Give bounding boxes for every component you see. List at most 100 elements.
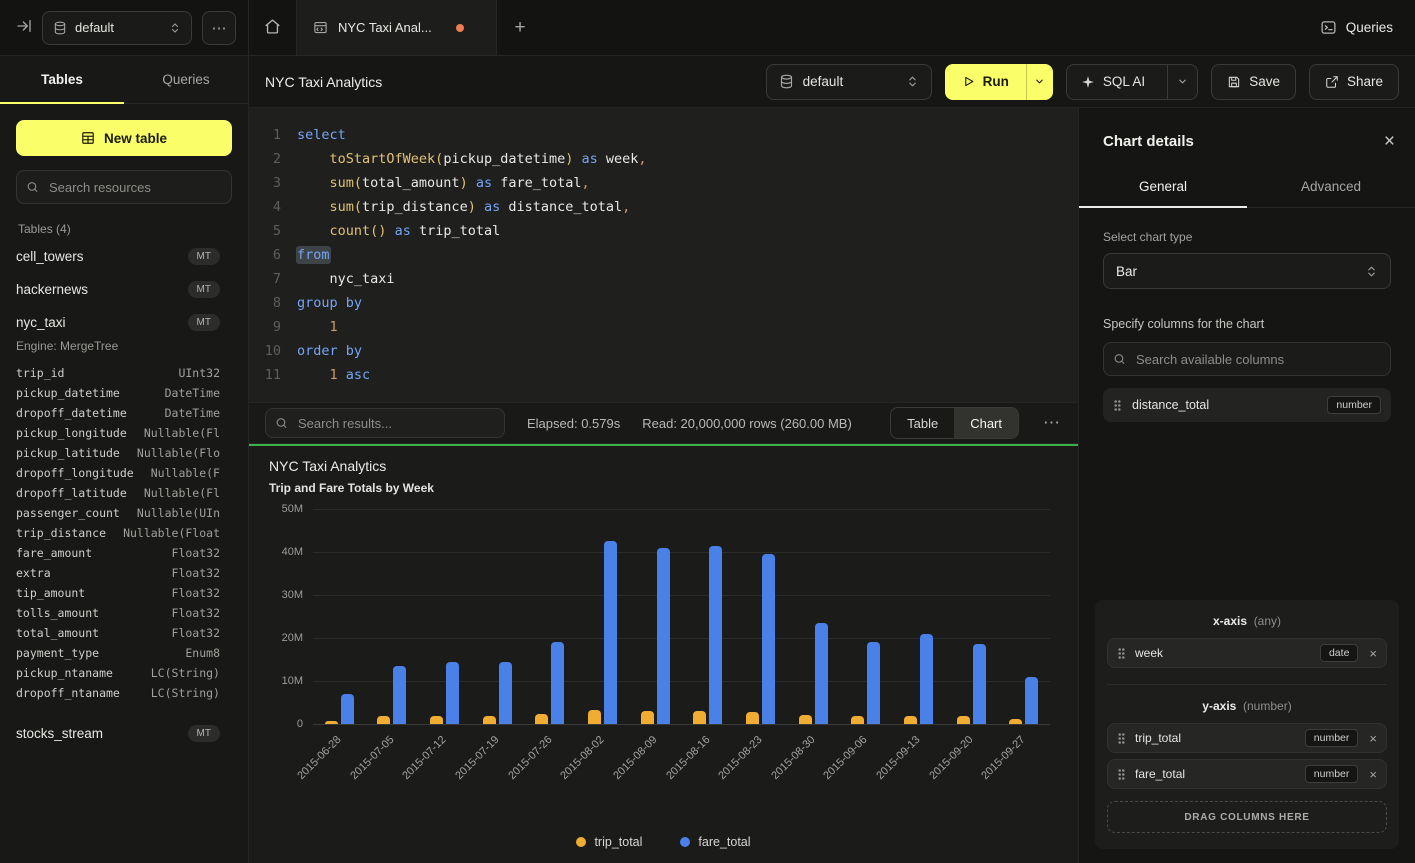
run-button[interactable]: Run (945, 64, 1026, 100)
y-axis-field-row[interactable]: trip_total number × (1107, 723, 1387, 753)
column-type: Float32 (172, 563, 220, 583)
code-line[interactable]: 3 sum(total_amount) as fare_total, (249, 171, 1078, 195)
results-more-button[interactable]: ⋯ (1041, 413, 1062, 433)
column-type: DateTime (165, 403, 220, 423)
chevron-down-icon (1177, 76, 1188, 87)
columns-label: Specify columns for the chart (1103, 317, 1391, 331)
code-line[interactable]: 1select (249, 123, 1078, 147)
drag-handle-icon[interactable] (1117, 647, 1126, 660)
legend-item[interactable]: trip_total (576, 835, 642, 849)
table-row[interactable]: stocks_streamMT (16, 717, 232, 750)
tab-general[interactable]: General (1079, 169, 1247, 207)
drag-handle-icon[interactable] (1117, 732, 1126, 745)
sql-ai-button[interactable]: SQL AI (1067, 65, 1159, 99)
search-icon (26, 181, 39, 194)
view-tab-chart[interactable]: Chart (954, 408, 1018, 438)
table-row[interactable]: cell_towersMT (16, 240, 232, 273)
workspace-more-button[interactable]: ⋯ (202, 11, 236, 45)
columns-search-input[interactable] (1103, 342, 1391, 376)
sidebar-tab-queries[interactable]: Queries (124, 56, 248, 103)
sidebar-search-input[interactable] (16, 170, 232, 204)
share-icon (1325, 75, 1339, 89)
column-name: dropoff_latitude (16, 483, 127, 503)
code-line[interactable]: 7 nyc_taxi (249, 267, 1078, 291)
remove-field-icon[interactable]: × (1367, 732, 1377, 745)
code-line[interactable]: 2 toStartOfWeek(pickup_datetime) as week… (249, 147, 1078, 171)
code-line[interactable]: 4 sum(trip_distance) as distance_total, (249, 195, 1078, 219)
code-line[interactable]: 10order by (249, 339, 1078, 363)
column-name: tip_amount (16, 583, 85, 603)
code-line[interactable]: 5 count() as trip_total (249, 219, 1078, 243)
legend-item[interactable]: fare_total (680, 835, 750, 849)
code-token: sum( (330, 199, 363, 215)
bar-fare_total (815, 623, 828, 724)
new-table-button[interactable]: New table (16, 120, 232, 156)
close-icon[interactable]: × (1384, 132, 1395, 151)
results-search-input[interactable] (265, 408, 505, 438)
chevron-up-down-icon (1365, 265, 1378, 278)
home-tab[interactable] (249, 0, 297, 55)
query-tab-title: NYC Taxi Anal... (338, 20, 432, 35)
query-database-selector[interactable]: default (766, 64, 932, 100)
code-line[interactable]: 9 1 (249, 315, 1078, 339)
panel-tabs: General Advanced (1079, 169, 1415, 208)
main: NYC Taxi Analytics default (249, 56, 1415, 863)
bar-trip_total (535, 714, 548, 724)
line-number: 4 (249, 195, 297, 219)
column-name: passenger_count (16, 503, 120, 523)
run-options-dropdown[interactable] (1026, 64, 1053, 100)
table-name: nyc_taxi (16, 315, 66, 330)
run-button-group: Run (945, 64, 1053, 100)
table-row[interactable]: nyc_taxiMT (16, 306, 232, 339)
view-tab-table[interactable]: Table (891, 408, 954, 438)
column-type: Enum8 (185, 643, 220, 663)
engine-badge: MT (188, 281, 220, 298)
y-axis-label: y-axis (1202, 699, 1236, 713)
y-axis-field-row[interactable]: fare_total number × (1107, 759, 1387, 789)
drop-zone[interactable]: DRAG COLUMNS HERE (1107, 801, 1387, 833)
code-line[interactable]: 6from (249, 243, 1078, 267)
code-token: ) (460, 175, 468, 191)
bar-group (313, 509, 366, 724)
code-token (297, 151, 330, 167)
sql-editor[interactable]: 1select2 toStartOfWeek(pickup_datetime) … (249, 108, 1078, 402)
sidebar-tab-tables[interactable]: Tables (0, 56, 124, 103)
tab-advanced[interactable]: Advanced (1247, 169, 1415, 207)
database-selector-value: default (75, 20, 114, 35)
save-button[interactable]: Save (1211, 64, 1296, 100)
available-column-row[interactable]: distance_total number (1103, 388, 1391, 422)
sql-ai-dropdown[interactable] (1167, 65, 1197, 99)
remove-field-icon[interactable]: × (1367, 768, 1377, 781)
tables-section-title: Tables (4) (18, 222, 230, 236)
code-line[interactable]: 8group by (249, 291, 1078, 315)
field-name: fare_total (1135, 767, 1296, 781)
x-axis-field-row[interactable]: week date × (1107, 638, 1387, 668)
axes-section: x-axis (any) week date × (1095, 600, 1399, 849)
bar-fare_total (446, 662, 459, 724)
remove-field-icon[interactable]: × (1367, 647, 1377, 660)
column-row: trip_idUInt32 (16, 363, 220, 383)
code-line[interactable]: 11 1 asc (249, 363, 1078, 387)
database-selector[interactable]: default (42, 11, 192, 45)
table-row[interactable]: hackernewsMT (16, 273, 232, 306)
chart-type-select[interactable]: Bar (1103, 253, 1391, 289)
x-axis-tick-label: 2015-06-28 (295, 734, 343, 782)
new-tab-button[interactable]: + (497, 0, 543, 55)
query-tab-active[interactable]: NYC Taxi Anal... (297, 0, 497, 55)
columns-search (1103, 342, 1391, 376)
play-icon (962, 75, 975, 88)
drag-handle-icon[interactable] (1113, 399, 1122, 412)
bar-trip_total (377, 716, 390, 724)
unsaved-changes-dot (456, 24, 464, 32)
code-token: from (297, 247, 330, 263)
code-token (386, 223, 394, 239)
column-name: extra (16, 563, 51, 583)
sidebar-collapse-button[interactable] (16, 18, 32, 37)
share-button[interactable]: Share (1309, 64, 1399, 100)
drag-handle-icon[interactable] (1117, 768, 1126, 781)
share-label: Share (1347, 74, 1383, 89)
line-number: 9 (249, 315, 297, 339)
axis-divider (1107, 684, 1387, 685)
queries-button[interactable]: Queries (1320, 19, 1393, 36)
column-row: tip_amountFloat32 (16, 583, 220, 603)
